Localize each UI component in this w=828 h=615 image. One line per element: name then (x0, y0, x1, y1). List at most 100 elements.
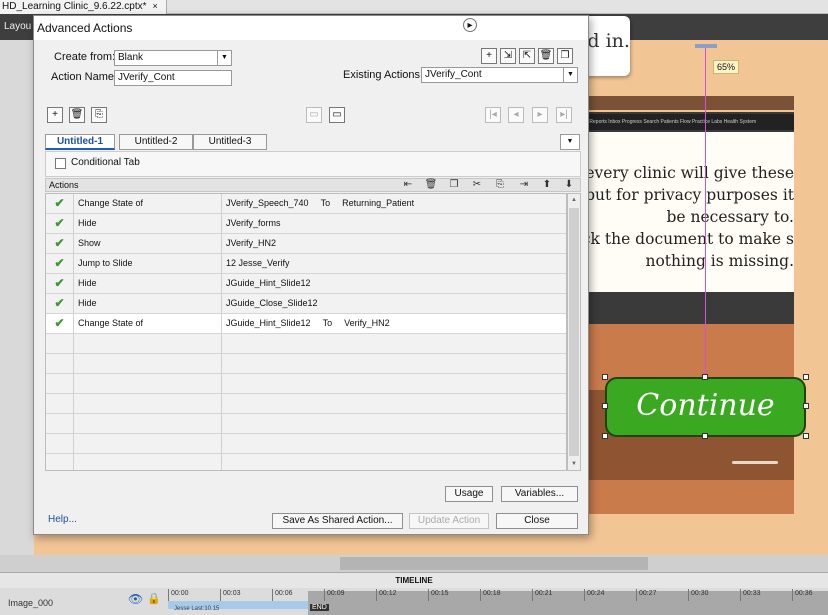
update-action-button[interactable]: Update Action (409, 513, 489, 529)
usage-button[interactable]: Usage (445, 486, 493, 502)
target-cell[interactable]: 12 Jesse_Verify (222, 254, 566, 274)
target-cell[interactable]: JGuide_Close_Slide12 (222, 294, 566, 314)
table-row-empty[interactable] (46, 454, 566, 470)
timeline-tick: 00:24 (584, 589, 605, 601)
table-row-selected[interactable]: ✔ Change State of JGuide_Hint_Slide12 To V… (46, 314, 566, 334)
resize-handle[interactable] (602, 403, 608, 409)
chevron-down-icon[interactable]: ▼ (217, 51, 231, 65)
prev-tab-icon[interactable]: ◂ (508, 107, 524, 123)
guide-marker[interactable] (695, 44, 717, 48)
scroll-down-icon[interactable]: ▼ (569, 458, 579, 470)
tab-list-dropdown[interactable]: ▼ (560, 134, 580, 150)
close-icon[interactable]: × (153, 1, 158, 11)
timeline-ruler[interactable]: 00:00 00:03 00:06 00:09 00:12 00:15 00:1… (168, 589, 828, 601)
expand-icon[interactable]: ▭ (329, 107, 345, 123)
tab-untitled-2[interactable]: Untitled-2 (119, 134, 193, 150)
table-row-empty[interactable] (46, 434, 566, 454)
chevron-down-icon[interactable]: ▼ (563, 68, 577, 82)
export-icon[interactable]: ⇱ (519, 48, 535, 64)
state-name: Verify_HN2 (344, 318, 390, 328)
action-cell[interactable]: Change State of (74, 194, 222, 214)
state-name: Returning_Patient (342, 198, 415, 208)
add-tab-icon[interactable]: + (47, 107, 63, 123)
target-cell[interactable]: JVerify_forms (222, 214, 566, 234)
cut-icon[interactable]: ✂ (470, 179, 484, 191)
insert-row-icon[interactable]: ⇤ (401, 179, 415, 191)
timeline-title[interactable]: TIMELINE (0, 572, 828, 588)
continue-button[interactable]: Continue (605, 377, 806, 437)
next-tab-icon[interactable]: ▸ (532, 107, 548, 123)
table-row-empty[interactable] (46, 354, 566, 374)
duplicate-tab-icon[interactable]: ⎘ (91, 107, 107, 123)
dialog-title[interactable]: Advanced Actions (34, 16, 588, 40)
eye-icon[interactable]: 👁 (128, 592, 143, 606)
resize-handle[interactable] (602, 433, 608, 439)
resize-handle[interactable] (803, 374, 809, 380)
existing-actions-select[interactable]: JVerify_Cont ▼ (421, 67, 578, 83)
resize-handle[interactable] (803, 433, 809, 439)
paste-icon[interactable]: ⎘ (493, 179, 507, 191)
action-cell[interactable]: Change State of (74, 314, 222, 334)
table-row[interactable]: ✔ Hide JGuide_Hint_Slide12 (46, 274, 566, 294)
import-icon[interactable]: ⇲ (500, 48, 516, 64)
close-button[interactable]: Close (496, 513, 578, 529)
target-cell[interactable]: JGuide_Hint_Slide12 (222, 274, 566, 294)
check-icon: ✔ (46, 274, 74, 294)
table-row-empty[interactable] (46, 414, 566, 434)
action-name-input[interactable]: JVerify_Cont (114, 70, 232, 86)
to-label: To (322, 318, 333, 328)
target-cell[interactable]: JVerify_Speech_740 To Returning_Patient (222, 194, 566, 214)
scroll-up-icon[interactable]: ▲ (569, 194, 579, 206)
tab-untitled-1[interactable]: Untitled-1 (45, 134, 115, 150)
table-row[interactable]: ✔ Hide JVerify_forms (46, 214, 566, 234)
insert-below-icon[interactable]: ⇥ (517, 179, 531, 191)
help-link[interactable]: Help... (48, 514, 77, 525)
table-row[interactable]: ✔ Change State of JVerify_Speech_740 To Re… (46, 194, 566, 214)
resize-handle[interactable] (602, 374, 608, 380)
first-tab-icon[interactable]: |◂ (485, 107, 501, 123)
variables-button[interactable]: Variables... (501, 486, 578, 502)
table-row[interactable]: ✔ Show JVerify_HN2 (46, 234, 566, 254)
save-as-shared-action-button[interactable]: Save As Shared Action... (272, 513, 403, 529)
timeline-tick: 00:33 (740, 589, 761, 601)
action-cell[interactable]: Jump to Slide (74, 254, 222, 274)
timeline-track[interactable]: Jesse Last:10.15 (168, 601, 308, 612)
play-icon[interactable]: ▸ (463, 18, 477, 32)
action-cell[interactable]: Show (74, 234, 222, 254)
tab-untitled-3[interactable]: Untitled-3 (193, 134, 267, 150)
move-down-icon[interactable]: ⬇ (562, 179, 576, 191)
resize-handle[interactable] (702, 433, 708, 439)
table-row-empty[interactable] (46, 374, 566, 394)
resize-handle[interactable] (803, 403, 809, 409)
target-name: JVerify_forms (226, 218, 281, 228)
target-cell[interactable]: JVerify_HN2 (222, 234, 566, 254)
delete-row-icon[interactable]: 🗑 (424, 179, 438, 191)
timeline-layer-name[interactable]: Image_000 (8, 598, 53, 608)
table-row[interactable]: ✔ Hide JGuide_Close_Slide12 (46, 294, 566, 314)
target-cell[interactable]: JGuide_Hint_Slide12 To Verify_HN2 (222, 314, 566, 334)
lock-icon[interactable]: 🔒 (147, 592, 161, 605)
table-row[interactable]: ✔ Jump to Slide 12 Jesse_Verify (46, 254, 566, 274)
stage-scroll-thumb[interactable] (340, 557, 648, 570)
delete-icon[interactable]: 🗑 (538, 48, 554, 64)
delete-tab-icon[interactable]: 🗑 (69, 107, 85, 123)
timeline-tick: 00:36 (792, 589, 813, 601)
action-cell[interactable]: Hide (74, 214, 222, 234)
last-tab-icon[interactable]: ▸| (556, 107, 572, 123)
move-up-icon[interactable]: ⬆ (540, 179, 554, 191)
table-scroll-thumb[interactable] (569, 208, 579, 456)
guide-line (705, 46, 706, 376)
document-tab[interactable]: HD_Learning Clinic_9.6.22.cptx* × (0, 0, 167, 14)
duplicate-icon[interactable]: ❐ (557, 48, 573, 64)
add-icon[interactable]: + (481, 48, 497, 64)
resize-handle[interactable] (702, 374, 708, 380)
action-cell[interactable]: Hide (74, 294, 222, 314)
conditional-tab-checkbox[interactable] (55, 158, 66, 169)
collapse-icon[interactable]: ▭ (306, 107, 322, 123)
table-row-empty[interactable] (46, 334, 566, 354)
table-row-empty[interactable] (46, 394, 566, 414)
create-from-select[interactable]: Blank ▼ (114, 50, 232, 66)
copy-icon[interactable]: ❐ (447, 179, 461, 191)
action-cell[interactable]: Hide (74, 274, 222, 294)
timeline-tick: 00:18 (480, 589, 501, 601)
